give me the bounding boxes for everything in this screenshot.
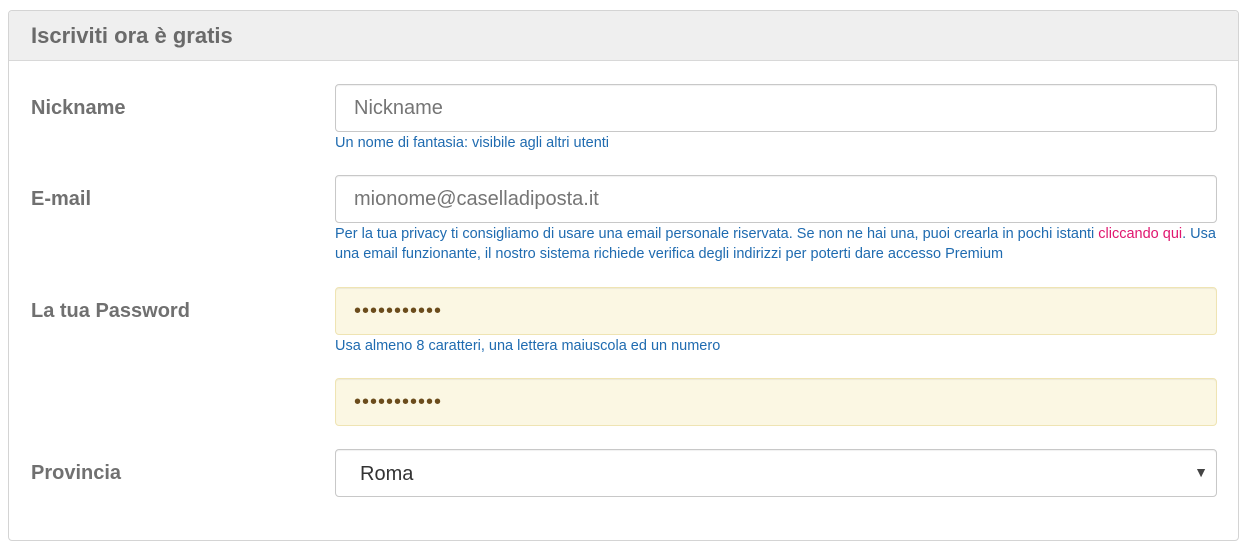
password-label: La tua Password [31,300,190,322]
password-input[interactable] [335,287,1217,335]
provincia-selected-value: Roma [360,463,414,485]
password-help: Usa almeno 8 caratteri, una lettera maiu… [335,338,721,354]
panel-heading: Iscriviti ora è gratis [9,11,1238,61]
create-email-link[interactable]: cliccando qui [1098,226,1182,242]
provincia-label: Provincia [31,462,122,484]
email-help: Per la tua privacy ti consigliamo di usa… [335,224,1219,264]
signup-panel: Iscriviti ora è gratis Nickname Un nome … [8,10,1239,541]
chevron-down-icon: ▼ [1194,464,1208,480]
provincia-select[interactable]: Roma ▼ [335,449,1217,497]
email-help-text: Per la tua privacy ti consigliamo di usa… [335,226,1099,242]
nickname-help: Un nome di fantasia: visibile agli altri… [335,135,610,151]
password-confirm-input[interactable] [335,378,1217,426]
nickname-input[interactable] [335,84,1217,132]
nickname-label: Nickname [31,97,126,119]
panel-title: Iscriviti ora è gratis [31,22,233,48]
email-label: E-mail [31,188,92,210]
email-input[interactable] [335,175,1217,223]
